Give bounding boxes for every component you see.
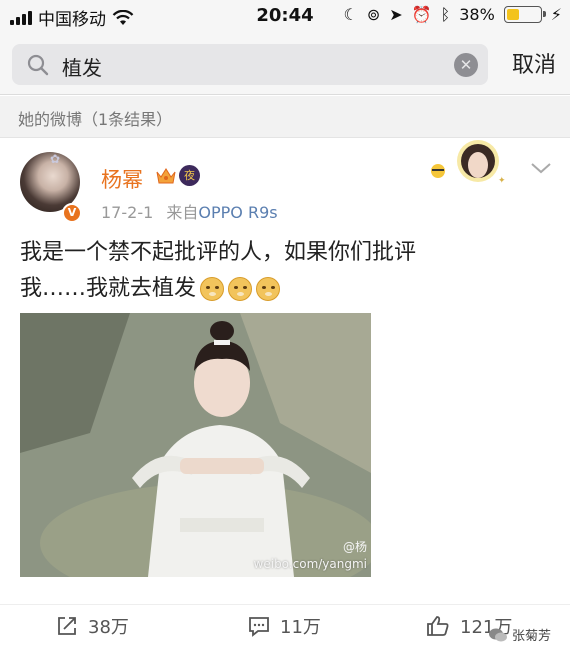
photo-illustration: [20, 313, 371, 577]
night-badge: 夜: [179, 165, 200, 186]
username[interactable]: 杨幂: [101, 164, 143, 194]
image-watermark-url: weibo.com/yangmi: [253, 557, 367, 571]
bluetooth-icon: ᛒ: [440, 5, 451, 24]
post-source[interactable]: OPPO R9s: [198, 203, 277, 222]
post-date: 17-2-1: [101, 203, 154, 222]
search-header: 植发 ✕ 取消: [0, 32, 570, 95]
clear-icon[interactable]: ✕: [454, 53, 478, 77]
repost-icon: [58, 617, 76, 635]
wechat-watermark-text: 张菊芳: [512, 629, 552, 644]
chevron-down-icon[interactable]: [530, 161, 552, 175]
source-prefix: 来自: [166, 203, 199, 222]
repost-count: 38万: [88, 617, 129, 638]
post-text-line2: 我……我就去植发: [20, 276, 197, 301]
comment-icon: [249, 617, 269, 637]
wechat-watermark: 张菊芳: [488, 625, 551, 644]
cancel-button[interactable]: 取消: [512, 47, 556, 79]
verified-badge: V: [62, 203, 82, 223]
repost-button[interactable]: 38万: [56, 613, 129, 639]
wechat-icon: [489, 628, 507, 641]
doge-emoji-icon: [228, 277, 253, 301]
promo-sticker[interactable]: ✦: [424, 139, 524, 189]
search-input[interactable]: 植发 ✕: [12, 44, 488, 85]
post-image[interactable]: @杨 weibo.com/yangmi: [20, 313, 371, 577]
alarm-icon: ⏰: [411, 5, 432, 24]
post-meta: 17-2-1 来自OPPO R9s: [101, 199, 278, 223]
svg-text:✦: ✦: [498, 176, 506, 186]
post-text: 我是一个禁不起批评的人，如果你们批评 我……我就去植发: [20, 235, 540, 307]
results-section-label: 她的微博（1条结果）: [0, 96, 570, 138]
comment-count: 11万: [280, 617, 321, 638]
image-watermark-handle: @杨: [342, 540, 367, 554]
charging-icon: ⚡: [550, 5, 562, 24]
doge-emoji-icon: [200, 277, 225, 301]
crown-icon: [156, 168, 176, 184]
orientation-lock-icon: ⊚: [366, 5, 381, 24]
post-text-line1: 我是一个禁不起批评的人，如果你们批评: [20, 240, 417, 265]
location-icon: ➤: [389, 5, 403, 24]
thumbs-up-icon: [427, 616, 449, 636]
cat-ear-icon: ✿: [50, 152, 61, 166]
battery-percent: 38%: [459, 5, 495, 24]
search-query[interactable]: 植发: [62, 52, 102, 81]
status-right: ☾ ⊚ ➤ ⏰ ᛒ 38% ⚡: [344, 5, 562, 24]
status-bar: 中国移动 20:44 ☾ ⊚ ➤ ⏰ ᛒ 38% ⚡: [0, 0, 570, 32]
comment-button[interactable]: 11万: [248, 613, 321, 639]
weibo-post[interactable]: ✿ V 杨幂 夜 17-2-1 来自OPPO R9s ✦ 我是一个禁不起批评的人…: [0, 139, 570, 657]
battery-icon: [503, 6, 546, 23]
search-icon: [27, 54, 49, 76]
moon-icon: ☾: [343, 5, 358, 24]
doge-emoji-icon: [256, 277, 281, 301]
post-actions: 38万 11万 121万: [0, 604, 570, 644]
